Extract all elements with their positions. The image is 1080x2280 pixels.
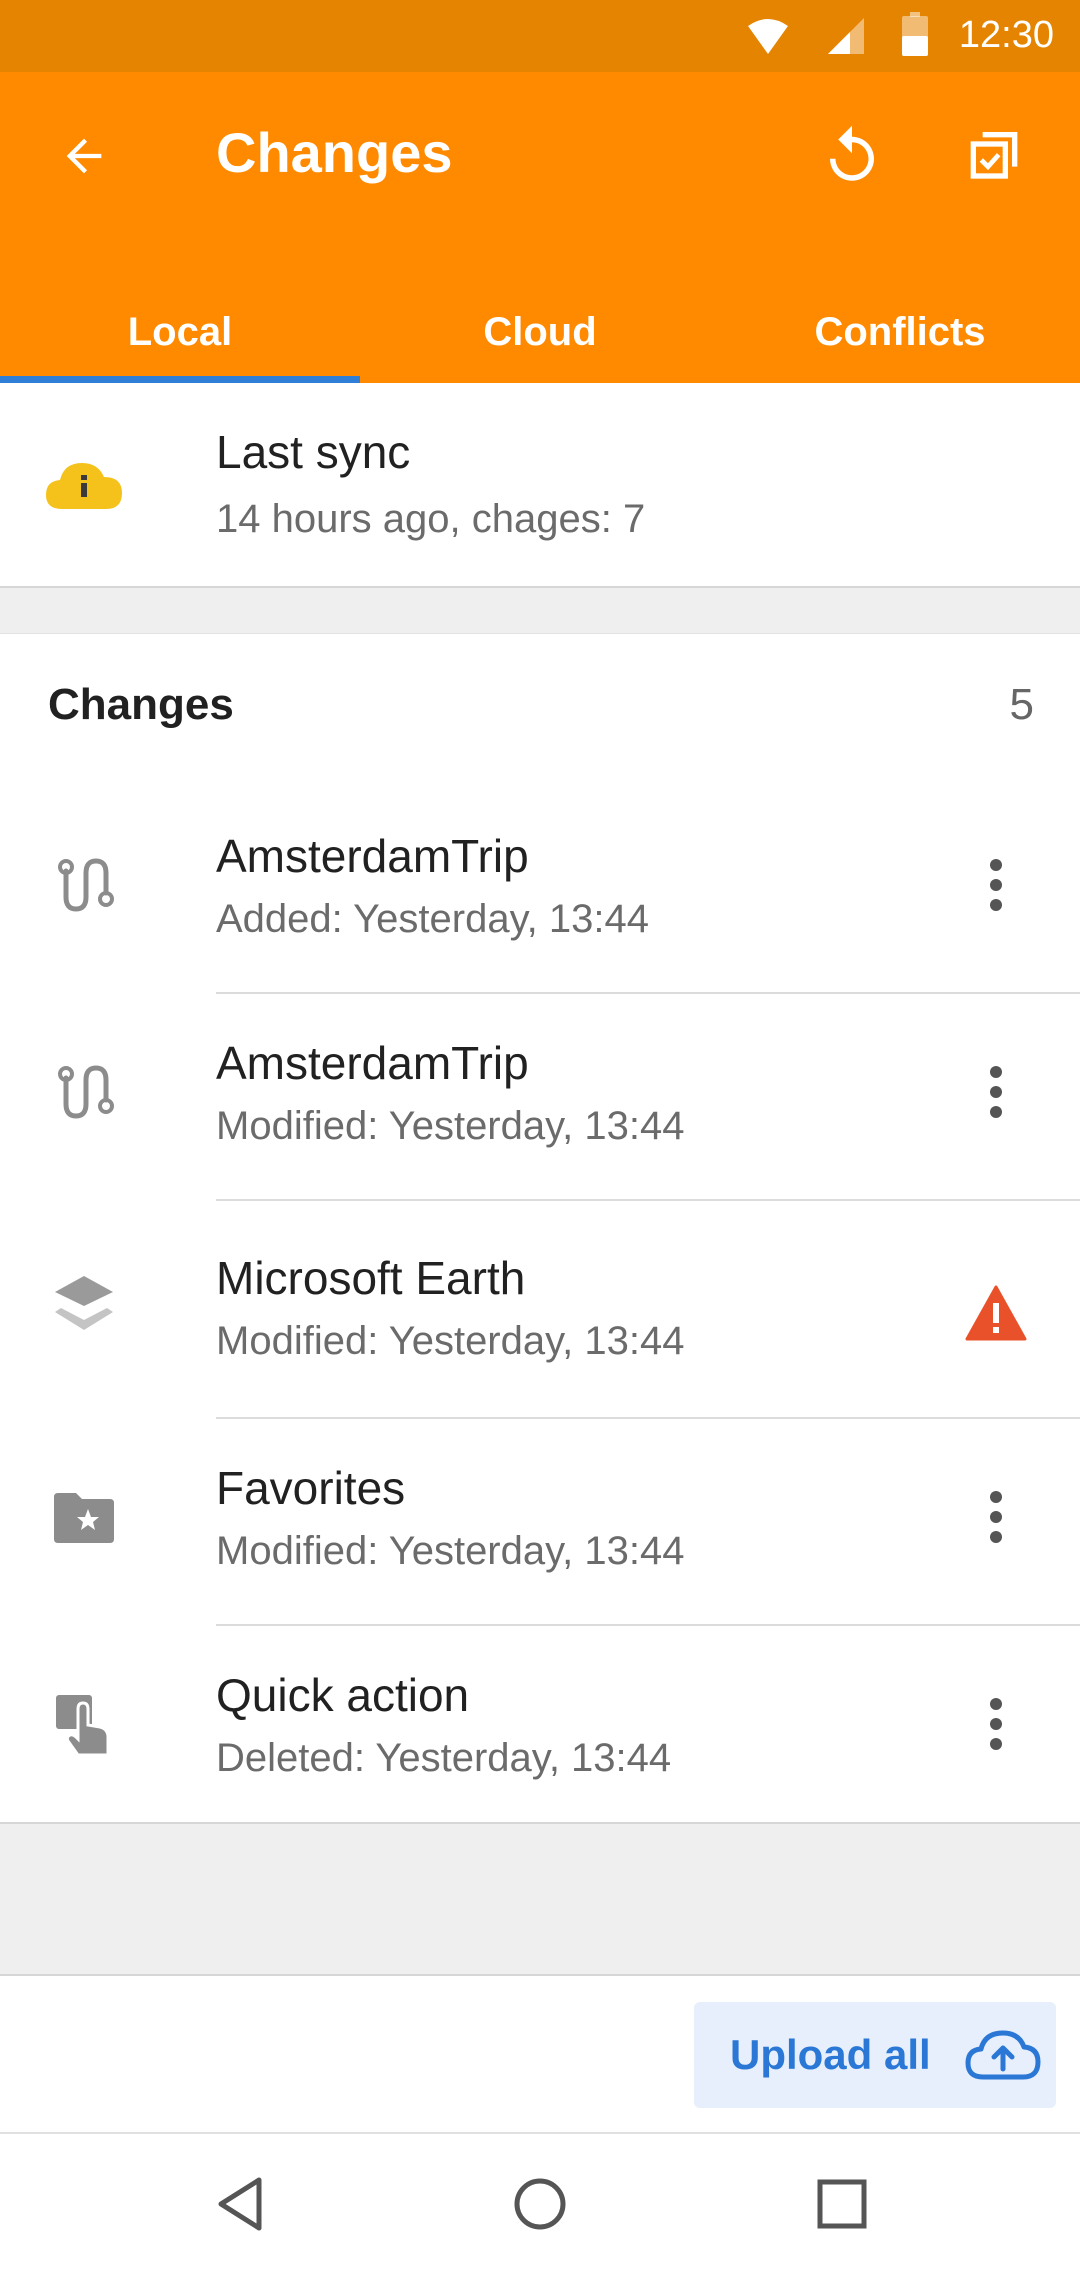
last-sync-card: Last sync 14 hours ago, chages: 7 bbox=[0, 383, 1080, 588]
cloud-info-icon bbox=[46, 463, 122, 509]
refresh-button[interactable] bbox=[802, 106, 902, 206]
layers-icon bbox=[44, 1265, 124, 1345]
item-detail: Added: Yesterday, 13:44 bbox=[216, 897, 649, 941]
section-gap bbox=[0, 588, 1080, 634]
cellular-signal-icon bbox=[828, 18, 864, 54]
page-title: Changes bbox=[216, 121, 453, 184]
item-name: AmsterdamTrip bbox=[216, 830, 529, 882]
tab-cloud[interactable]: Cloud bbox=[360, 282, 720, 382]
item-detail: Deleted: Yesterday, 13:44 bbox=[216, 1736, 672, 1780]
select-all-button[interactable] bbox=[946, 106, 1046, 206]
list-item[interactable]: Favorites Modified: Yesterday, 13:44 bbox=[0, 1419, 1080, 1626]
more-vert-icon bbox=[990, 1491, 1002, 1543]
list-item[interactable]: AmsterdamTrip Added: Yesterday, 13:44 bbox=[0, 787, 1080, 994]
battery-icon bbox=[902, 12, 928, 56]
item-detail: Modified: Yesterday, 13:44 bbox=[216, 1529, 685, 1573]
nav-home-icon bbox=[514, 2178, 566, 2230]
upload-all-label: Upload all bbox=[730, 2031, 931, 2078]
wifi-icon bbox=[748, 19, 788, 54]
section-gap bbox=[0, 1824, 1080, 1974]
bottom-action-bar: Upload all bbox=[0, 1974, 1080, 2134]
system-nav-bar bbox=[0, 2134, 1080, 2280]
nav-back-button[interactable] bbox=[200, 2164, 280, 2244]
list-item[interactable]: Microsoft Earth Modified: Yesterday, 13:… bbox=[0, 1201, 1080, 1419]
tab-conflicts[interactable]: Conflicts bbox=[720, 282, 1080, 382]
more-button[interactable] bbox=[946, 1042, 1046, 1142]
changes-card: Changes 5 AmsterdamTrip Added: Yesterday… bbox=[0, 634, 1080, 1824]
more-button[interactable] bbox=[946, 835, 1046, 935]
touch-icon bbox=[44, 1684, 124, 1764]
nav-back-icon bbox=[218, 2177, 262, 2231]
route-icon bbox=[44, 1052, 124, 1132]
more-vert-icon bbox=[990, 1066, 1002, 1118]
changes-count: 5 bbox=[1009, 680, 1034, 729]
nav-home-button[interactable] bbox=[500, 2164, 580, 2244]
more-vert-icon bbox=[990, 859, 1002, 911]
last-sync-title: Last sync bbox=[216, 426, 411, 478]
status-time: 12:30 bbox=[958, 14, 1054, 56]
tab-local[interactable]: Local bbox=[0, 282, 360, 382]
nav-recents-button[interactable] bbox=[802, 2164, 882, 2244]
list-item[interactable]: Quick action Deleted: Yesterday, 13:44 bbox=[0, 1626, 1080, 1833]
item-name: Microsoft Earth bbox=[216, 1252, 526, 1304]
back-button[interactable] bbox=[34, 106, 134, 206]
app-bar: Changes Local Cloud Conflicts bbox=[0, 72, 1080, 383]
upload-all-button[interactable]: Upload all bbox=[694, 2002, 1056, 2108]
route-icon bbox=[44, 845, 124, 925]
select-all-icon bbox=[970, 132, 1018, 179]
cloud-upload-icon bbox=[965, 2030, 1041, 2080]
arrow-back-icon bbox=[66, 138, 102, 174]
item-detail: Modified: Yesterday, 13:44 bbox=[216, 1104, 685, 1148]
item-detail: Modified: Yesterday, 13:44 bbox=[216, 1319, 685, 1363]
item-name: AmsterdamTrip bbox=[216, 1037, 529, 1089]
item-name: Favorites bbox=[216, 1462, 406, 1514]
refresh-icon bbox=[830, 125, 874, 181]
more-button[interactable] bbox=[946, 1467, 1046, 1567]
warning-icon bbox=[965, 1285, 1027, 1341]
more-vert-icon bbox=[990, 1698, 1002, 1750]
folder-star-icon bbox=[44, 1477, 124, 1557]
changes-header: Changes bbox=[48, 680, 234, 729]
nav-recents-icon bbox=[817, 2179, 867, 2229]
status-bar: 12:30 bbox=[0, 0, 1080, 72]
item-name: Quick action bbox=[216, 1669, 470, 1721]
last-sync-subtitle: 14 hours ago, chages: 7 bbox=[216, 497, 646, 541]
conflict-warning-button[interactable] bbox=[946, 1263, 1046, 1363]
more-button[interactable] bbox=[946, 1674, 1046, 1774]
tab-indicator bbox=[0, 376, 360, 383]
list-item[interactable]: AmsterdamTrip Modified: Yesterday, 13:44 bbox=[0, 994, 1080, 1201]
